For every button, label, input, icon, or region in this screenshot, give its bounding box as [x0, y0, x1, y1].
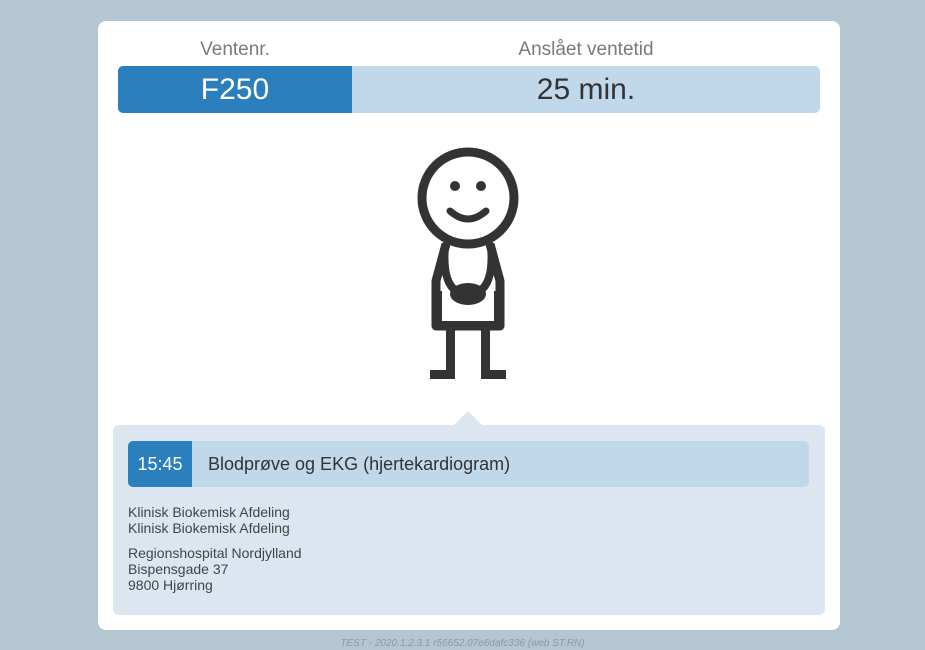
- address-line: 9800 Hjørring: [128, 577, 213, 593]
- department-block: Klinisk Biokemisk Afdeling Klinisk Bioke…: [128, 504, 302, 536]
- department-line: Klinisk Biokemisk Afdeling: [128, 520, 290, 536]
- appointment-title: Blodprøve og EKG (hjertekardiogram): [208, 453, 511, 474]
- appointment-row: 15:45 Blodprøve og EKG (hjertekardiogram…: [128, 441, 809, 487]
- address-block: Regionshospital Nordjylland Bispensgade …: [128, 545, 302, 593]
- queue-status-bar: F250 25 min.: [118, 66, 820, 113]
- waiting-person-icon: [417, 147, 519, 379]
- wait-time: 25 min.: [352, 66, 820, 113]
- appointment-panel: 15:45 Blodprøve og EKG (hjertekardiogram…: [113, 411, 825, 615]
- panel-pointer: [454, 411, 482, 425]
- address-line: Bispensgade 37: [128, 561, 229, 577]
- queue-number: F250: [118, 66, 352, 113]
- appointment-time: 15:45: [128, 441, 192, 487]
- address-line: Regionshospital Nordjylland: [128, 545, 302, 561]
- queue-card: Ventenr. Anslået ventetid F250 25 min. 1…: [98, 21, 840, 630]
- wait-time-label: Anslået ventetid: [518, 39, 654, 60]
- appointment-details: Klinisk Biokemisk Afdeling Klinisk Bioke…: [128, 504, 302, 602]
- queue-number-label: Ventenr.: [200, 39, 270, 60]
- version-footer: TEST - 2020.1.2.3.1 r56652.07e6dafc336 (…: [340, 638, 585, 649]
- department-line: Klinisk Biokemisk Afdeling: [128, 504, 290, 520]
